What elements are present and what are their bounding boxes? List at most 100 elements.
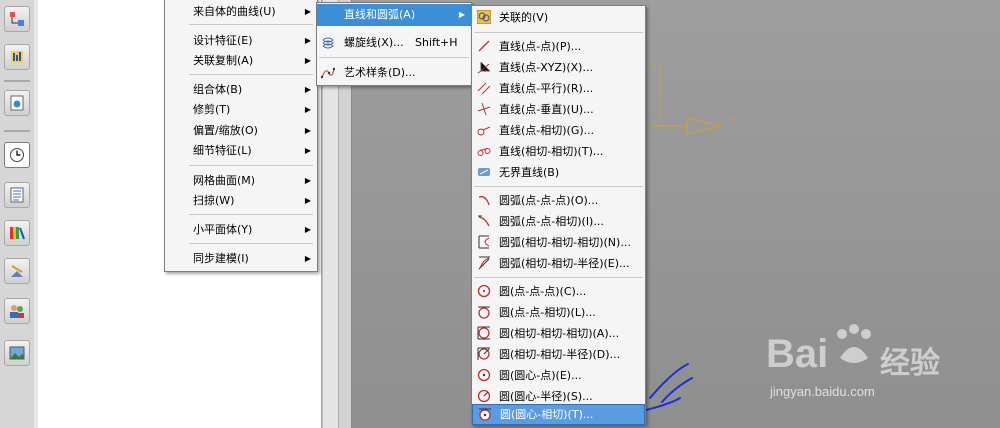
paw-icon bbox=[837, 324, 871, 363]
menu-item-label: 修剪(T) bbox=[193, 103, 231, 116]
menu-item-lines-and-arcs[interactable]: 直线和圆弧(A) ▶ bbox=[317, 4, 471, 26]
menu-item-design-feature[interactable]: 设计特征(E) ▶ bbox=[165, 31, 317, 51]
circle-center-tangent-icon bbox=[479, 408, 491, 421]
process-studio-icon[interactable] bbox=[4, 258, 30, 284]
menu-item-label: 圆弧(相切-相切-半径)(E)... bbox=[499, 257, 630, 270]
menu-item-arc-3point[interactable]: 圆弧(点-点-点)(O)... bbox=[472, 190, 645, 211]
curve-submenu: 直线和圆弧(A) ▶ 螺旋线(X)... Shift+H 艺术样条(D)... bbox=[316, 2, 472, 86]
line-point-tangent-icon bbox=[477, 126, 491, 136]
menu-item-associative[interactable]: 关联的(V) bbox=[472, 7, 645, 28]
menu-item-label: 同步建模(I) bbox=[193, 252, 249, 265]
menu-item-label: 螺旋线(X)... bbox=[344, 36, 404, 49]
menu-item-sweep[interactable]: 扫掠(W) ▶ bbox=[165, 191, 317, 211]
menu-item-label: 圆(相切-相切-半径)(D)... bbox=[499, 348, 621, 361]
menu-item-mesh-surface[interactable]: 网格曲面(M) ▶ bbox=[165, 171, 317, 191]
menu-item-associative-copy[interactable]: 关联复制(A) ▶ bbox=[165, 51, 317, 71]
insert-menu: 来自体的曲线(U) ▶ 设计特征(E) ▶ 关联复制(A) ▶ 组合体(B) ▶ 修剪(… bbox=[164, 0, 318, 272]
arc-3tangent-icon bbox=[478, 235, 490, 249]
menu-item-curve-from-body[interactable]: 来自体的曲线(U) ▶ bbox=[165, 2, 317, 22]
menu-item-label: 直线(点-平行)(R)... bbox=[499, 82, 594, 95]
y-axis-label: Y bbox=[730, 116, 737, 127]
menu-item-circle-tangent-tangent-radius[interactable]: 圆(相切-相切-半径)(D)... bbox=[472, 344, 645, 365]
circle-3point-icon bbox=[477, 284, 491, 298]
menu-item-detail-feature[interactable]: 细节特征(L) ▶ bbox=[165, 141, 317, 161]
constraint-navigator-icon[interactable] bbox=[4, 44, 30, 70]
menu-item-label: 直线(相切-相切)(T)... bbox=[499, 145, 604, 158]
menu-item-offset-scale[interactable]: 偏置/缩放(O) ▶ bbox=[165, 121, 317, 141]
menu-item-synchronous-modeling[interactable]: 同步建模(I) ▶ bbox=[165, 249, 317, 269]
menu-item-label: 小平面体(Y) bbox=[193, 223, 253, 236]
menu-item-line-point-parallel[interactable]: 直线(点-平行)(R)... bbox=[472, 78, 645, 99]
menu-item-facet-body[interactable]: 小平面体(Y) ▶ bbox=[165, 220, 317, 240]
menu-item-label: 来自体的曲线(U) bbox=[193, 5, 276, 18]
menu-item-label: 圆(点-点-点)(C)... bbox=[499, 285, 587, 298]
part-navigator-icon[interactable] bbox=[4, 90, 30, 116]
menu-item-label: 直线(点-相切)(G)... bbox=[499, 124, 595, 137]
line-tangent-tangent-icon bbox=[477, 148, 491, 156]
menu-separator bbox=[319, 57, 469, 58]
menu-item-label: 直线(点-点)(P)... bbox=[499, 40, 582, 53]
watermark-url: jingyan.baidu.com bbox=[770, 384, 875, 399]
menu-item-label: 圆(相切-相切-相切)(A)... bbox=[499, 327, 620, 340]
menu-item-circle-center-point[interactable]: 圆(圆心-点)(E)... bbox=[472, 365, 645, 386]
line-point-point-icon bbox=[478, 40, 490, 52]
menu-item-arc-3tangent[interactable]: 圆弧(相切-相切-相切)(N)... bbox=[472, 232, 645, 253]
menu-item-circle-center-tangent[interactable]: 圆(圆心-相切)(T)... bbox=[472, 404, 645, 425]
assembly-navigator-icon[interactable] bbox=[4, 6, 30, 32]
arc-tangent-tangent-radius-icon bbox=[478, 256, 490, 270]
menu-item-label: 圆(点-点-相切)(L)... bbox=[499, 306, 596, 319]
menu-item-label: 艺术样条(D)... bbox=[344, 66, 416, 79]
menu-item-label: 网格曲面(M) bbox=[193, 174, 256, 187]
circle-center-radius-icon bbox=[477, 389, 491, 403]
menu-item-studio-spline[interactable]: 艺术样条(D)... bbox=[317, 63, 471, 83]
toolbar-divider bbox=[4, 80, 30, 82]
menu-item-arc-point-point-tangent[interactable]: 圆弧(点-点-相切)(I)... bbox=[472, 211, 645, 232]
circle-center-point-icon bbox=[477, 368, 491, 382]
menu-item-infinite-line[interactable]: 无界直线(B) bbox=[472, 162, 645, 183]
menu-item-label: 直线和圆弧(A) bbox=[344, 8, 416, 21]
menu-item-circle-3point[interactable]: 圆(点-点-点)(C)... bbox=[472, 281, 645, 302]
reuse-library-icon[interactable] bbox=[4, 182, 30, 208]
menu-item-trim[interactable]: 修剪(T) ▶ bbox=[165, 100, 317, 120]
circle-tangent-tangent-radius-icon bbox=[477, 347, 490, 360]
menu-item-label: 圆(圆心-点)(E)... bbox=[499, 369, 582, 382]
submenu-arrow-icon: ▶ bbox=[304, 126, 311, 135]
menu-item-label: 无界直线(B) bbox=[499, 166, 560, 179]
system-materials-icon[interactable] bbox=[4, 220, 30, 246]
circle-point-point-tangent-icon bbox=[478, 306, 490, 319]
watermark-brand-suffix: 经验 bbox=[880, 346, 940, 381]
associative-icon bbox=[477, 10, 491, 24]
arc-3point-icon bbox=[478, 196, 490, 206]
menu-item-line-point-xyz[interactable]: 直线(点-XYZ)(X)... bbox=[472, 57, 645, 78]
history-clock-icon[interactable] bbox=[4, 142, 30, 168]
menu-item-arc-tangent-tangent-radius[interactable]: 圆弧(相切-相切-半径)(E)... bbox=[472, 253, 645, 274]
menu-item-label: 组合体(B) bbox=[193, 83, 243, 96]
menu-item-shortcut: Shift+H bbox=[415, 36, 458, 49]
menu-item-circle-3tangent[interactable]: 圆(相切-相切-相切)(A)... bbox=[472, 323, 645, 344]
menu-item-line-point-tangent[interactable]: 直线(点-相切)(G)... bbox=[472, 120, 645, 141]
menu-item-circle-point-point-tangent[interactable]: 圆(点-点-相切)(L)... bbox=[472, 302, 645, 323]
baidu-watermark: Bai 经验 jingyan.baidu.com bbox=[762, 320, 992, 410]
submenu-arrow-icon: ▶ bbox=[304, 7, 311, 16]
line-point-xyz-icon bbox=[477, 62, 490, 74]
menu-item-label: 圆(圆心-相切)(T)... bbox=[500, 408, 594, 421]
line-point-perpendicular-icon bbox=[477, 102, 491, 116]
menu-item-line-point-point[interactable]: 直线(点-点)(P)... bbox=[472, 36, 645, 57]
system-scene-icon[interactable] bbox=[4, 340, 30, 366]
submenu-arrow-icon: ▶ bbox=[304, 85, 311, 94]
menu-item-label: 圆弧(点-点-相切)(I)... bbox=[499, 215, 604, 228]
line-point-parallel-icon bbox=[477, 82, 491, 95]
menu-item-label: 关联复制(A) bbox=[193, 54, 254, 67]
submenu-arrow-icon: ▶ bbox=[304, 254, 311, 263]
menu-item-label: 扫掠(W) bbox=[193, 194, 235, 207]
submenu-arrow-icon: ▶ bbox=[304, 36, 311, 45]
roles-icon[interactable] bbox=[4, 298, 30, 324]
menu-separator bbox=[189, 74, 313, 75]
menu-item-label: 直线(点-XYZ)(X)... bbox=[499, 61, 593, 74]
infinite-line-icon bbox=[478, 168, 490, 176]
menu-item-combine[interactable]: 组合体(B) ▶ bbox=[165, 80, 317, 100]
menu-item-line-point-perpendicular[interactable]: 直线(点-垂直)(U)... bbox=[472, 99, 645, 120]
menu-item-helix[interactable]: 螺旋线(X)... Shift+H bbox=[317, 33, 471, 53]
circle-3tangent-icon bbox=[477, 326, 490, 340]
menu-item-line-tangent-tangent[interactable]: 直线(相切-相切)(T)... bbox=[472, 141, 645, 162]
